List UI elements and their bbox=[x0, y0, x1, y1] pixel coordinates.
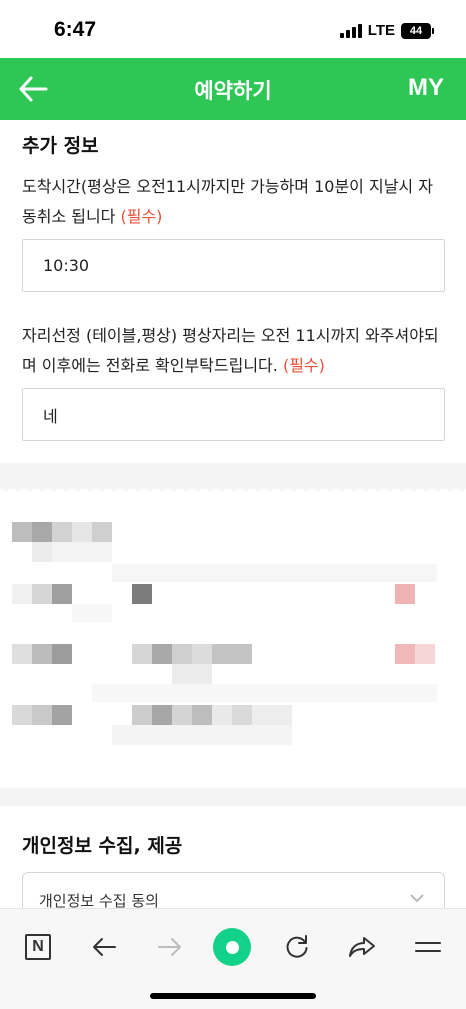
signal-icon bbox=[339, 23, 362, 38]
home-indicator bbox=[150, 993, 316, 999]
seat-selection-label-text: 자리선정 (테이블,평상) 평상자리는 오전 11시까지 와주셔야되며 이후에는… bbox=[22, 326, 439, 375]
arrival-time-label-text: 도착시간(평상은 오전11시까지만 가능하며 10분이 지날시 자동취소 됩니다 bbox=[22, 177, 433, 226]
section-divider bbox=[0, 788, 466, 806]
privacy-section-title: 개인정보 수집, 제공 bbox=[22, 835, 183, 857]
seat-selection-label: 자리선정 (테이블,평상) 평상자리는 오전 11시까지 와주셔야되며 이후에는… bbox=[22, 321, 446, 381]
required-mark: (필수) bbox=[120, 207, 163, 226]
status-indicators: LTE 44 bbox=[339, 22, 434, 39]
arrival-time-label: 도착시간(평상은 오전11시까지만 가능하며 10분이 지날시 자동취소 됩니다… bbox=[22, 172, 446, 232]
required-mark: (필수) bbox=[282, 356, 325, 375]
chevron-down-icon bbox=[410, 894, 424, 903]
menu-icon[interactable] bbox=[408, 927, 448, 967]
home-icon[interactable] bbox=[212, 927, 252, 967]
status-time: 6:47 bbox=[54, 18, 97, 41]
arrival-time-input[interactable] bbox=[22, 239, 445, 292]
pixelated-content bbox=[0, 492, 466, 792]
network-type: LTE bbox=[367, 22, 395, 39]
page-title: 예약하기 bbox=[194, 79, 272, 103]
extra-info-title: 추가 정보 bbox=[22, 135, 99, 157]
zigzag-divider bbox=[0, 480, 466, 492]
app-header: 예약하기 MY bbox=[0, 58, 466, 120]
back-icon[interactable] bbox=[84, 927, 124, 967]
share-icon[interactable] bbox=[342, 927, 382, 967]
forward-icon[interactable] bbox=[150, 927, 190, 967]
refresh-icon[interactable] bbox=[277, 927, 317, 967]
battery-icon: 44 bbox=[401, 22, 434, 39]
my-button[interactable]: MY bbox=[408, 74, 444, 102]
seat-selection-input[interactable] bbox=[22, 388, 445, 441]
battery-level: 44 bbox=[401, 22, 431, 39]
status-bar: 6:47 LTE 44 bbox=[0, 0, 466, 58]
naver-n-icon[interactable]: N bbox=[18, 927, 58, 967]
